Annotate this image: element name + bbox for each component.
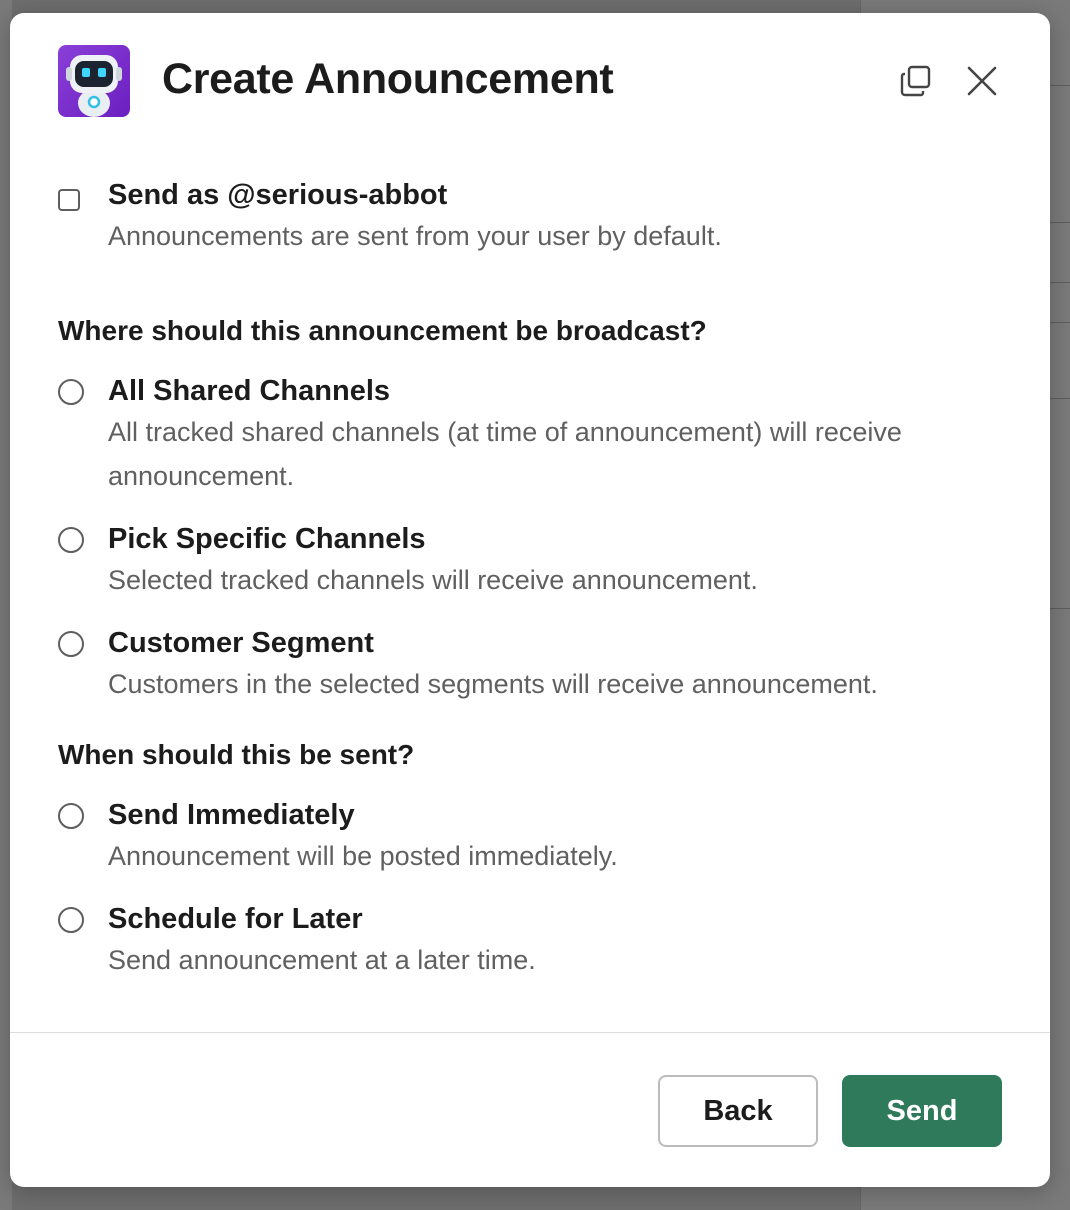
background-divider bbox=[1048, 398, 1070, 399]
radio-button[interactable] bbox=[58, 631, 84, 657]
send-as-checkbox[interactable] bbox=[58, 189, 80, 211]
option-description: Customers in the selected segments will … bbox=[108, 669, 878, 699]
modal-title: Create Announcement bbox=[162, 55, 614, 103]
close-button[interactable] bbox=[962, 61, 1002, 101]
create-announcement-modal: Create Announcement Send as @serious-abb… bbox=[10, 13, 1050, 1187]
option-label: All Shared Channels bbox=[108, 375, 391, 407]
option-label: Pick Specific Channels bbox=[108, 523, 426, 555]
background-divider bbox=[1048, 85, 1070, 86]
close-icon bbox=[967, 66, 997, 96]
popout-icon bbox=[900, 65, 931, 97]
broadcast-question: Where should this announcement be broadc… bbox=[58, 315, 707, 346]
option-label: Send Immediately bbox=[108, 799, 355, 831]
option-description: All tracked shared channels (at time of … bbox=[108, 417, 902, 491]
background-divider bbox=[1048, 608, 1070, 609]
option-label: Schedule for Later bbox=[108, 903, 363, 935]
option-label: Customer Segment bbox=[108, 627, 374, 659]
send-button[interactable]: Send bbox=[842, 1075, 1002, 1147]
send-as-description: Announcements are sent from your user by… bbox=[108, 221, 722, 251]
send-as-label: Send as @serious-abbot bbox=[108, 179, 448, 211]
radio-button[interactable] bbox=[58, 527, 84, 553]
radio-button[interactable] bbox=[58, 803, 84, 829]
background-divider bbox=[1048, 282, 1070, 283]
radio-button[interactable] bbox=[58, 907, 84, 933]
background-divider bbox=[1048, 322, 1070, 323]
option-description: Announcement will be posted immediately. bbox=[108, 841, 618, 871]
footer-divider bbox=[10, 1032, 1050, 1033]
radio-button[interactable] bbox=[58, 379, 84, 405]
timing-question: When should this be sent? bbox=[58, 739, 415, 770]
robot-avatar-icon bbox=[58, 45, 130, 117]
modal-header: Create Announcement bbox=[10, 13, 1050, 153]
popout-button[interactable] bbox=[896, 61, 936, 101]
option-description: Selected tracked channels will receive a… bbox=[108, 565, 758, 595]
background-divider bbox=[1048, 222, 1070, 223]
back-button[interactable]: Back bbox=[658, 1075, 818, 1147]
option-description: Send announcement at a later time. bbox=[108, 945, 536, 975]
